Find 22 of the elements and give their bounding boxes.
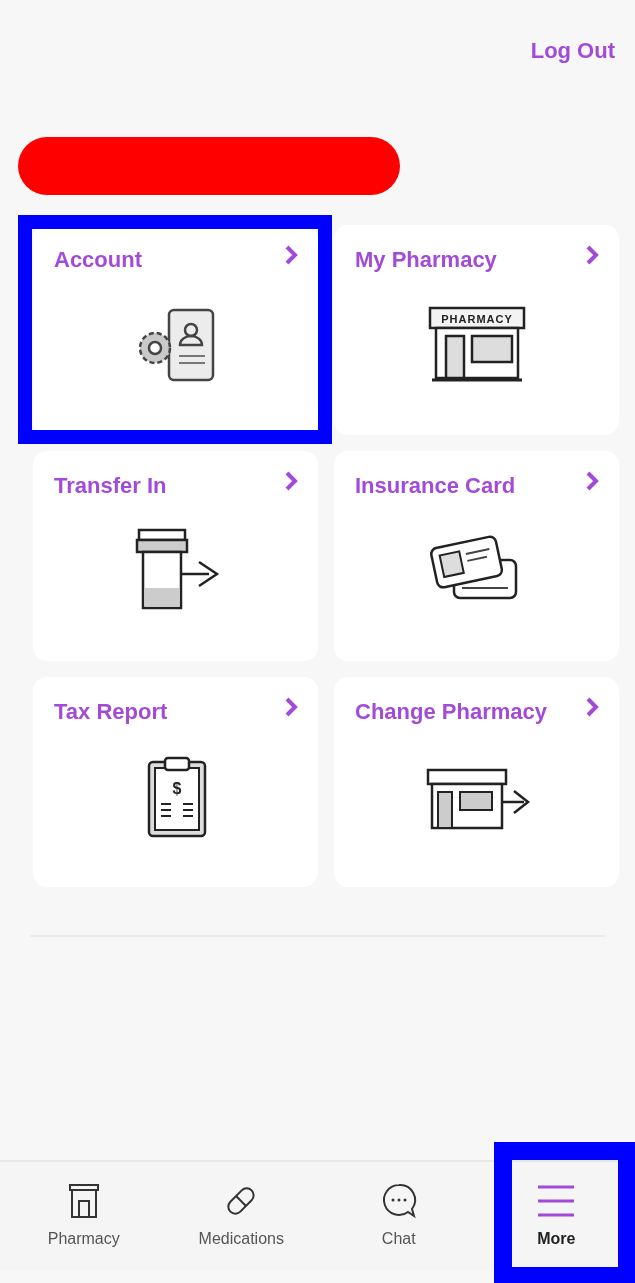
menu-tile[interactable]: My Pharmacy PHARMACY	[334, 225, 619, 435]
menu-tile[interactable]: Tax Report $	[33, 677, 318, 887]
tile-title: Change Pharmacy	[355, 698, 547, 726]
chevron-right-icon	[585, 696, 599, 718]
chevron-right-icon	[284, 470, 298, 492]
chevron-right-icon	[585, 244, 599, 266]
tile-title: Tax Report	[54, 698, 168, 726]
menu-tile[interactable]: Transfer In	[33, 451, 318, 661]
menu-tile[interactable]: Insurance Card	[334, 451, 619, 661]
nav-tab[interactable]: Pharmacy	[5, 1162, 163, 1270]
chevron-right-icon	[284, 244, 298, 266]
nav-tab[interactable]: More	[477, 1162, 635, 1270]
tile-title: Account	[54, 246, 142, 274]
menu-tile[interactable]: Change Pharmacy	[334, 677, 619, 887]
nav-tab[interactable]: Chat	[320, 1162, 478, 1270]
tile-title: Transfer In	[54, 472, 167, 500]
tile-title: Insurance Card	[355, 472, 516, 500]
chevron-right-icon	[284, 696, 298, 718]
logout-link[interactable]: Log Out	[530, 34, 615, 66]
chevron-right-icon	[585, 470, 599, 492]
nav-tab[interactable]: Medications	[162, 1162, 320, 1270]
tile-title: My Pharmacy	[355, 246, 497, 274]
